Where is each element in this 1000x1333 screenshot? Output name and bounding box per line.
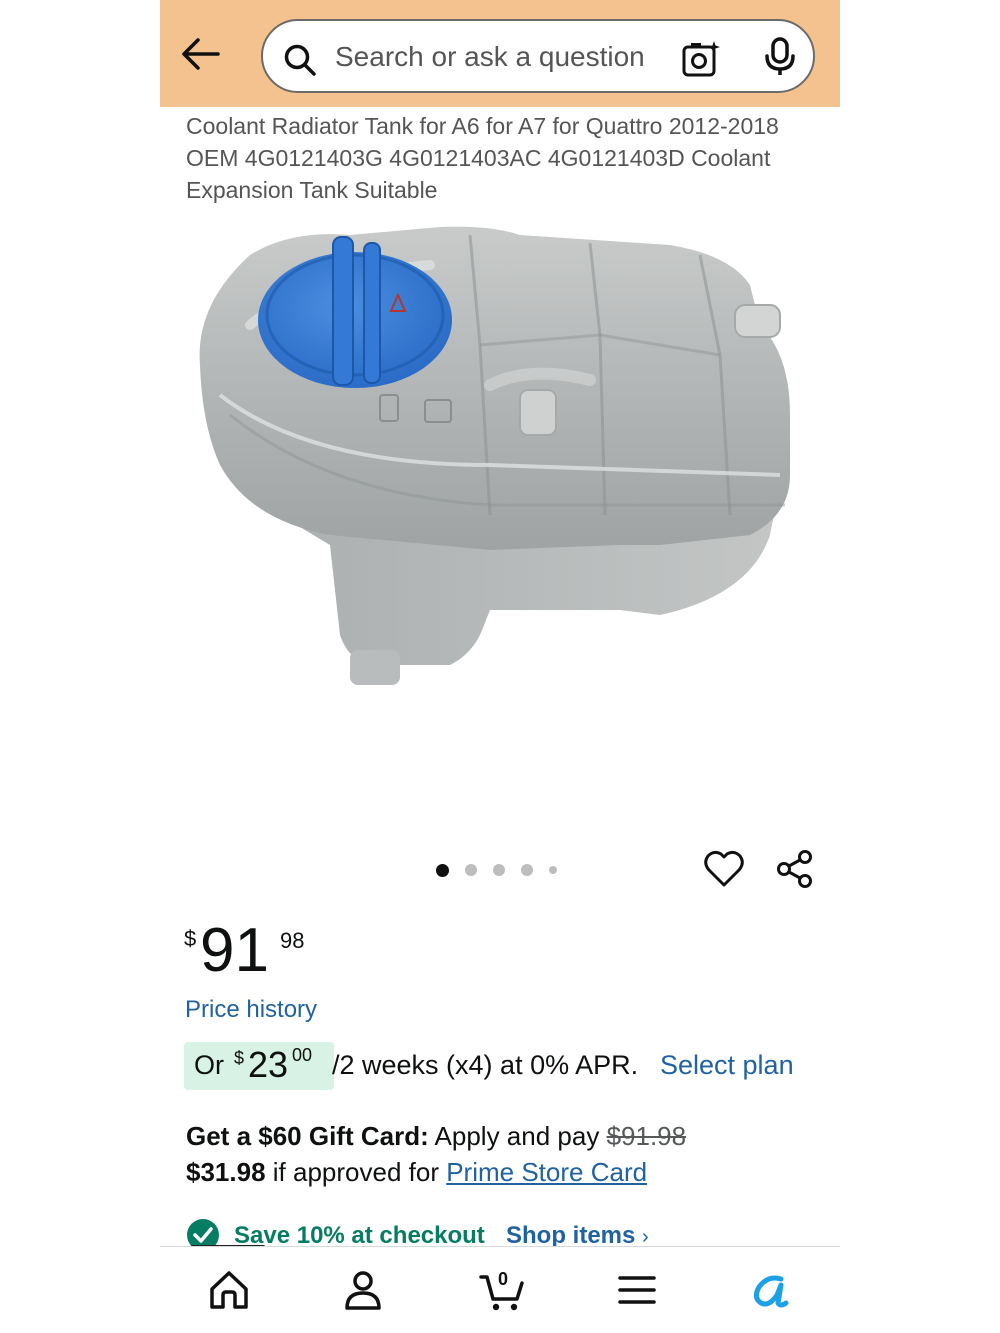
search-icon bbox=[284, 44, 316, 76]
nav-alexa[interactable] bbox=[746, 1265, 796, 1315]
product-title: Coolant Radiator Tank for A6 for A7 for … bbox=[186, 113, 779, 203]
installment-currency: $ bbox=[234, 1048, 245, 1068]
prime-store-card-link[interactable]: Prime Store Card bbox=[446, 1157, 647, 1187]
price-whole: 91 bbox=[200, 916, 269, 985]
price-fraction: 98 bbox=[280, 928, 305, 953]
gift-card-old-price: $91.98 bbox=[606, 1121, 687, 1151]
nav-home[interactable] bbox=[204, 1265, 254, 1315]
installment-prefix: Or bbox=[194, 1050, 224, 1080]
bottom-navigation: 0 bbox=[160, 1246, 840, 1333]
gift-card-new-price: $31.98 bbox=[186, 1157, 266, 1187]
carousel-dot[interactable] bbox=[521, 864, 533, 876]
back-arrow-icon[interactable] bbox=[178, 34, 222, 74]
account-icon bbox=[345, 1271, 381, 1310]
price-currency: $ bbox=[184, 926, 197, 951]
search-input[interactable] bbox=[335, 39, 655, 75]
share-icon[interactable] bbox=[774, 848, 816, 890]
camera-search-icon[interactable] bbox=[681, 39, 721, 79]
carousel-dot[interactable] bbox=[493, 864, 505, 876]
price-history-link[interactable]: Price history bbox=[185, 996, 317, 1024]
gift-card-headline: Get a $60 Gift Card: bbox=[186, 1121, 429, 1151]
heart-icon[interactable] bbox=[703, 848, 745, 890]
select-plan-link[interactable]: Select plan bbox=[660, 1050, 794, 1081]
alexa-icon bbox=[753, 1275, 789, 1308]
carousel-dot[interactable] bbox=[549, 866, 557, 874]
installment-amount: 23 bbox=[248, 1044, 289, 1085]
image-carousel-dots[interactable] bbox=[436, 862, 557, 878]
nav-menu[interactable] bbox=[612, 1265, 662, 1315]
installment-terms: /2 weeks (x4) at 0% APR. bbox=[332, 1050, 639, 1080]
coolant-expansion-tank-image[interactable] bbox=[190, 215, 820, 805]
gift-card-suffix: if approved for bbox=[272, 1157, 439, 1187]
home-icon bbox=[210, 1271, 248, 1309]
carousel-dot[interactable] bbox=[465, 864, 477, 876]
cart-count: 0 bbox=[498, 1269, 509, 1289]
installment-cents: 00 bbox=[292, 1045, 313, 1065]
chevron-right-icon: › bbox=[642, 1226, 649, 1248]
search-header bbox=[160, 0, 840, 107]
gift-card-text: Apply and pay bbox=[434, 1121, 600, 1151]
app-screen: Coolant Radiator Tank for A6 for A7 for … bbox=[160, 0, 840, 1333]
search-bar[interactable] bbox=[261, 19, 815, 93]
nav-cart[interactable]: 0 bbox=[478, 1265, 528, 1315]
gift-card-offer: Get a $60 Gift Card: Apply and pay $91.9… bbox=[186, 1118, 816, 1190]
carousel-dot[interactable] bbox=[436, 863, 449, 877]
microphone-icon[interactable] bbox=[763, 37, 797, 77]
nav-account[interactable] bbox=[338, 1265, 388, 1315]
shop-items-label: Shop items bbox=[506, 1222, 636, 1249]
menu-icon bbox=[618, 1276, 656, 1304]
